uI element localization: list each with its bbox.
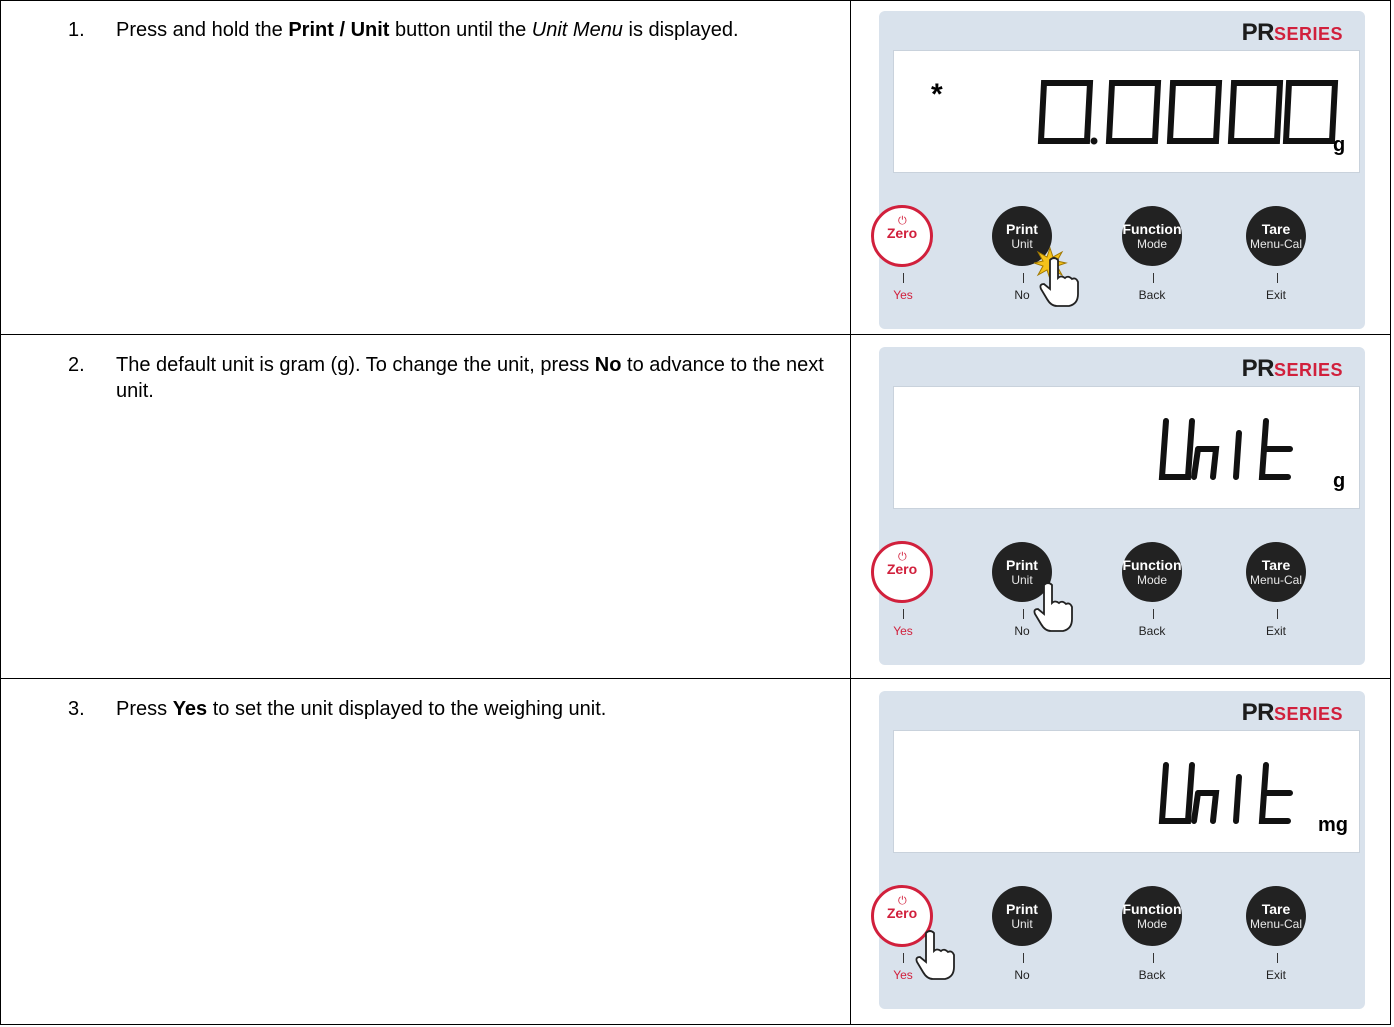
function-mode-button[interactable]: Function Mode xyxy=(1122,886,1182,946)
power-icon: ⏻ xyxy=(898,551,907,563)
function-mode-button[interactable]: Function Mode xyxy=(1122,206,1182,266)
balance-panel: PRSERIES * g ⏻ Zero Print Unit Function … xyxy=(870,7,1372,329)
brand-logo: PRSERIES xyxy=(1241,699,1343,726)
step-number: 3. xyxy=(68,698,85,720)
step-number: 1. xyxy=(68,19,85,41)
zero-button[interactable]: ⏻ Zero xyxy=(871,205,933,267)
hand-pointer-icon xyxy=(1033,582,1073,632)
back-label: Back xyxy=(1138,288,1166,302)
row-divider xyxy=(1,678,1390,679)
hand-pointer-icon xyxy=(1039,257,1079,307)
seven-segment-readout xyxy=(1037,80,1339,145)
emph-italic: Unit Menu xyxy=(531,19,623,41)
unit-label: g xyxy=(1333,134,1346,156)
lcd-display: mg xyxy=(893,730,1360,853)
emph-bold: Print / Unit xyxy=(288,19,390,41)
exit-label: Exit xyxy=(1265,968,1286,982)
tare-button[interactable]: Tare Menu-Cal xyxy=(1246,886,1306,946)
step-row: 3. Press Yes to set the unit displayed t… xyxy=(1,680,1390,1025)
lcd-display: g xyxy=(893,386,1360,509)
seven-segment-unit-text xyxy=(1158,418,1293,480)
row-divider xyxy=(1,334,1390,335)
power-icon: ⏻ xyxy=(898,215,907,227)
balance-panel: PRSERIES g ⏻ Zero Print Unit Function Mo… xyxy=(870,343,1372,665)
zero-button[interactable]: ⏻ Zero xyxy=(871,541,933,603)
unit-label: mg xyxy=(1318,814,1348,836)
exit-label: Exit xyxy=(1265,288,1286,302)
power-icon: ⏻ xyxy=(898,895,907,907)
yes-label: Yes xyxy=(893,288,913,302)
emph-bold: No xyxy=(594,354,622,376)
step-row: 1. Press and hold the Print / Unit butto… xyxy=(1,1,1390,334)
emph-bold: Yes xyxy=(172,698,208,720)
instruction-table: 1. Press and hold the Print / Unit butto… xyxy=(0,0,1391,1025)
yes-label: Yes xyxy=(893,624,913,638)
hand-pointer-icon xyxy=(915,930,955,980)
back-label: Back xyxy=(1138,624,1166,638)
balance-panel: PRSERIES mg ⏻ Zero Print Unit Function M… xyxy=(870,687,1372,1009)
brand-logo: PRSERIES xyxy=(1241,355,1343,382)
lcd-display: * g xyxy=(893,50,1360,173)
unit-label: g xyxy=(1333,470,1346,492)
step-row: 2. The default unit is gram (g). To chan… xyxy=(1,336,1390,678)
no-label: No xyxy=(1014,968,1030,982)
step-number: 2. xyxy=(68,354,85,376)
exit-label: Exit xyxy=(1265,624,1286,638)
back-label: Back xyxy=(1138,968,1166,982)
print-unit-button[interactable]: Print Unit xyxy=(992,886,1052,946)
tare-button[interactable]: Tare Menu-Cal xyxy=(1246,542,1306,602)
brand-logo: PRSERIES xyxy=(1241,19,1343,46)
seven-segment-unit-text xyxy=(1158,762,1293,824)
function-mode-button[interactable]: Function Mode xyxy=(1122,542,1182,602)
tare-button[interactable]: Tare Menu-Cal xyxy=(1246,206,1306,266)
